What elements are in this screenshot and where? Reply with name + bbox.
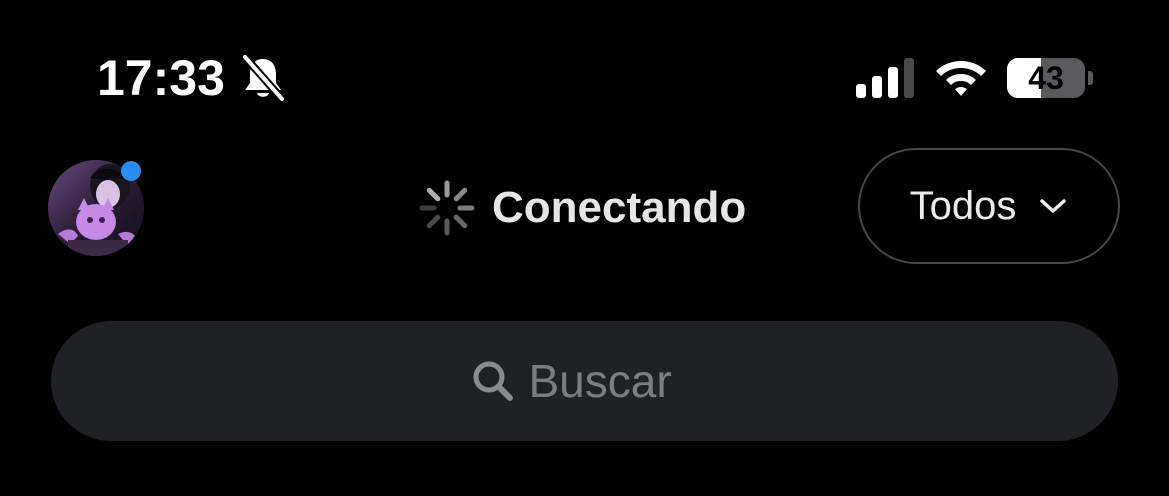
filter-dropdown-button[interactable]: Todos [858, 148, 1120, 264]
online-status-dot [121, 161, 141, 181]
loading-spinner-icon [419, 180, 475, 236]
signal-bar-1 [856, 84, 866, 98]
search-icon [473, 361, 513, 401]
filter-label: Todos [909, 184, 1017, 228]
bell-slash-icon [241, 54, 286, 102]
status-bar: 17:33 43 [0, 0, 1169, 150]
battery-icon: 43 [1007, 58, 1095, 98]
chevron-down-icon [1040, 199, 1067, 213]
connection-status: Conectando [418, 178, 746, 238]
wifi-icon [936, 61, 986, 96]
cellular-signal-icon [856, 58, 914, 98]
signal-bar-3 [888, 67, 898, 98]
status-time: 17:33 [97, 50, 225, 106]
search-input[interactable] [528, 354, 699, 408]
signal-bar-4 [904, 58, 914, 98]
signal-bar-2 [872, 76, 882, 98]
battery-percent: 43 [1028, 60, 1064, 96]
connection-status-label: Conectando [492, 183, 747, 232]
search-bar[interactable] [51, 321, 1118, 441]
